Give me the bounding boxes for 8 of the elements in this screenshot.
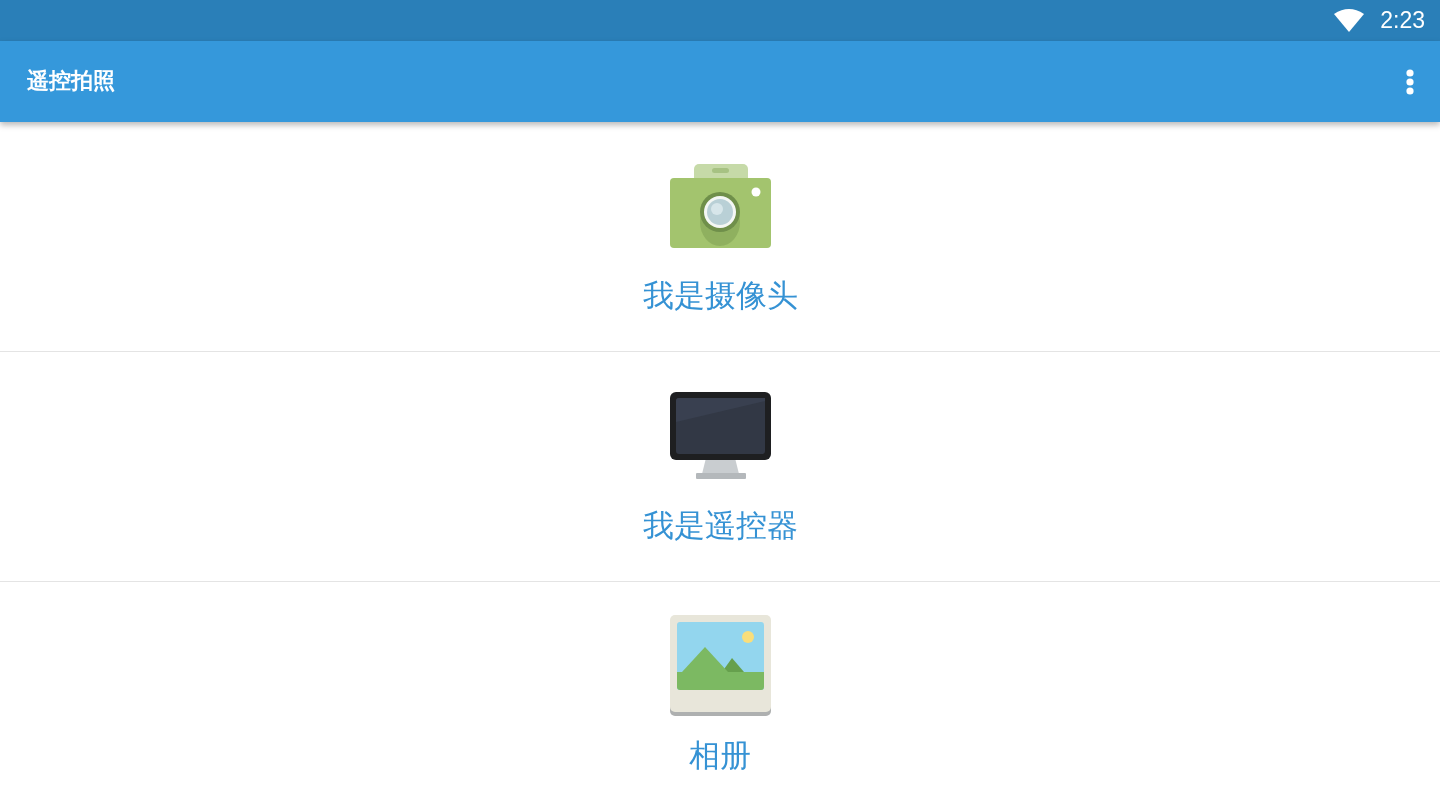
monitor-icon [669, 392, 771, 479]
overflow-menu-button[interactable] [1406, 68, 1414, 95]
wifi-icon [1334, 9, 1365, 32]
picture-icon [669, 615, 771, 716]
status-time: 2:23 [1380, 9, 1425, 32]
app-title: 遥控拍照 [27, 68, 115, 95]
camera-icon [669, 163, 771, 248]
menu-icon [1406, 68, 1414, 95]
